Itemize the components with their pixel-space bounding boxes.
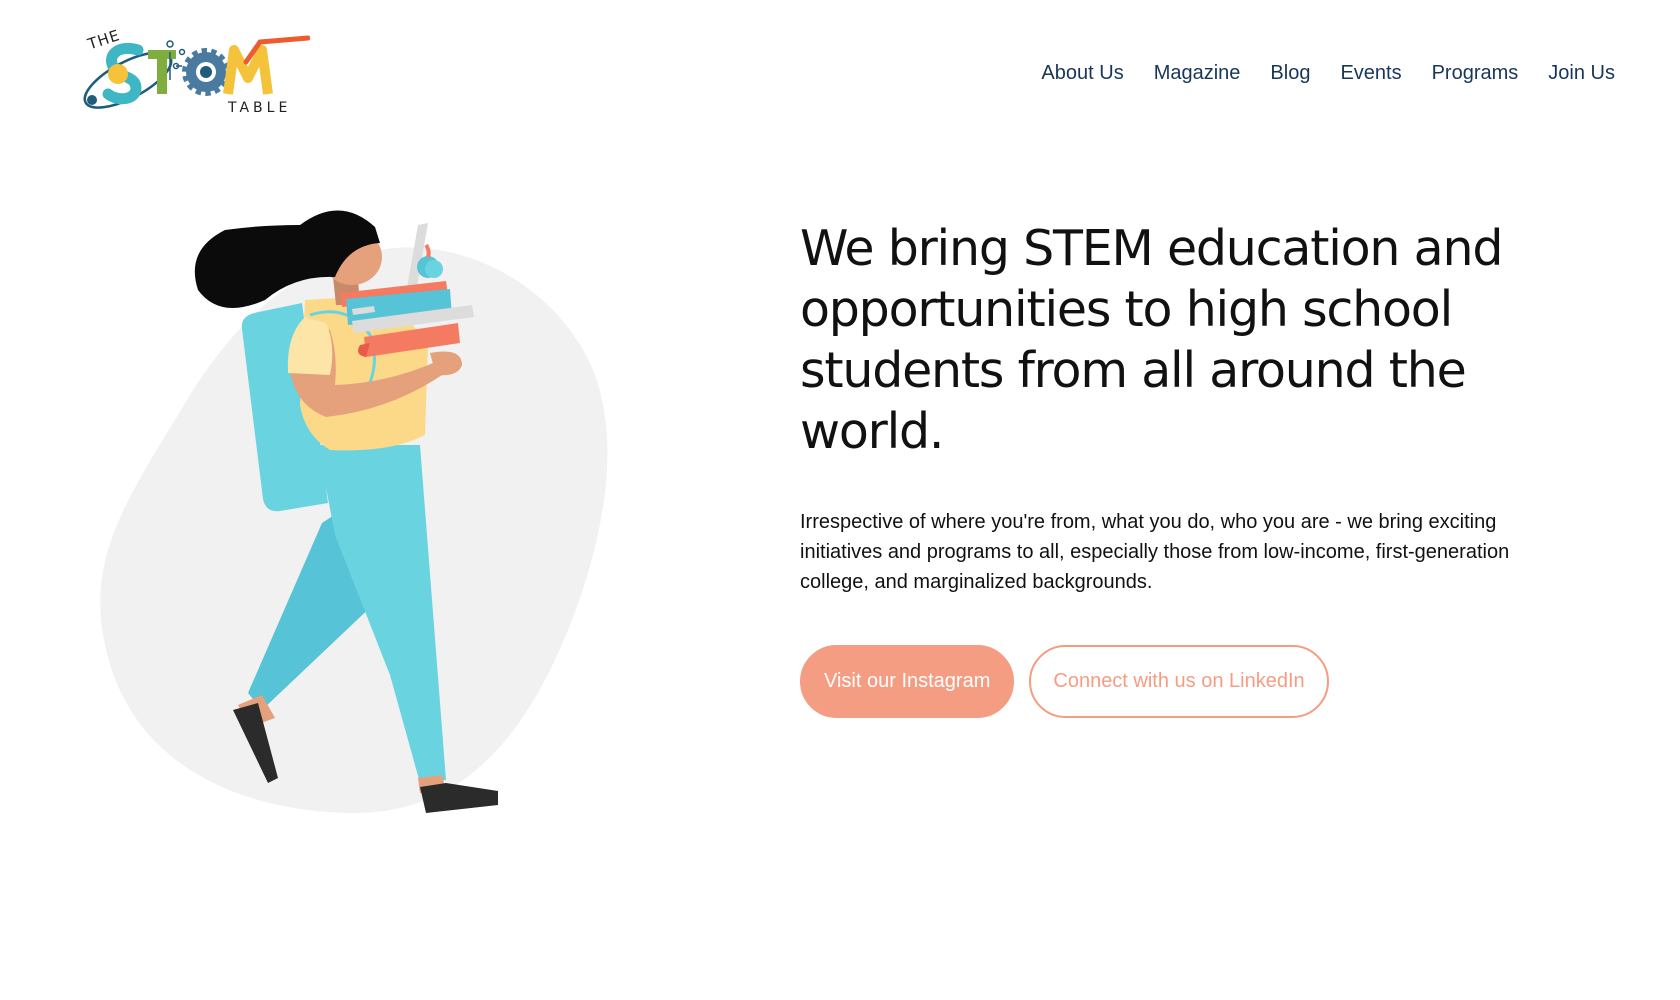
hero-section: We bring STEM education and opportunitie… bbox=[800, 218, 1600, 718]
nav-about-us[interactable]: About Us bbox=[1041, 62, 1123, 85]
nav-programs[interactable]: Programs bbox=[1432, 62, 1519, 85]
cta-row: Visit our Instagram Connect with us on L… bbox=[800, 645, 1600, 718]
nav-magazine[interactable]: Magazine bbox=[1154, 62, 1241, 85]
hero-description: Irrespective of where you're from, what … bbox=[800, 511, 1510, 593]
site-logo[interactable]: THE TABLE bbox=[78, 22, 310, 120]
main-nav: About Us Magazine Blog Events Programs J… bbox=[1041, 62, 1615, 85]
page: THE TABLE About Us Magazine Blog Events … bbox=[0, 0, 1680, 1000]
hero-illustration bbox=[90, 205, 620, 830]
nav-events[interactable]: Events bbox=[1340, 62, 1401, 85]
nav-blog[interactable]: Blog bbox=[1270, 62, 1310, 85]
visit-instagram-button[interactable]: Visit our Instagram bbox=[800, 645, 1015, 718]
connect-linkedin-button[interactable]: Connect with us on LinkedIn bbox=[1029, 645, 1329, 718]
student-carrying-books-illustration bbox=[100, 210, 608, 814]
stem-table-logo-icon: THE TABLE bbox=[83, 26, 310, 116]
nav-join-us[interactable]: Join Us bbox=[1548, 62, 1615, 85]
svg-text:TABLE: TABLE bbox=[227, 100, 291, 116]
hero-title: We bring STEM education and opportunitie… bbox=[800, 220, 1503, 460]
